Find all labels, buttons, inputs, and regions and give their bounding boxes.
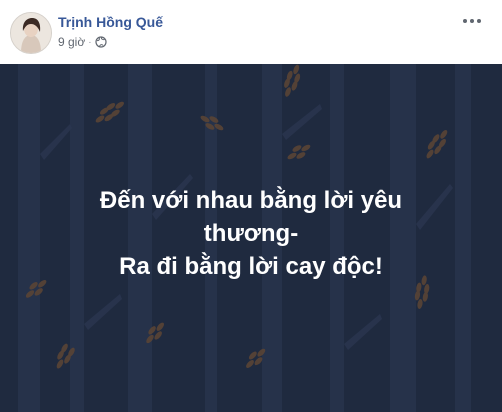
more-options-icon[interactable] [458, 12, 486, 30]
post-timestamp[interactable]: 9 giờ [58, 35, 85, 49]
post-text-line-2: thương- [203, 220, 299, 247]
facebook-post: Trịnh Hồng Quế 9 giờ · Đến với nhau bằng… [0, 0, 502, 412]
post-text: Đến với nhau bằng lời yêu thương- Ra đi … [20, 184, 482, 283]
author-avatar[interactable] [10, 12, 52, 54]
post-text-line-1: Đến với nhau bằng lời yêu [99, 187, 403, 214]
globe-icon[interactable] [94, 36, 107, 48]
meta-separator: · [88, 36, 92, 48]
post-text-line-3: Ra đi bằng lời cay độc! [119, 253, 383, 280]
author-name[interactable]: Trịnh Hồng Quế [58, 14, 163, 30]
post-meta: 9 giờ · [58, 35, 107, 49]
post-background-canvas: Đến với nhau bằng lời yêu thương- Ra đi … [0, 64, 502, 412]
post-header: Trịnh Hồng Quế 9 giờ · [0, 0, 502, 64]
